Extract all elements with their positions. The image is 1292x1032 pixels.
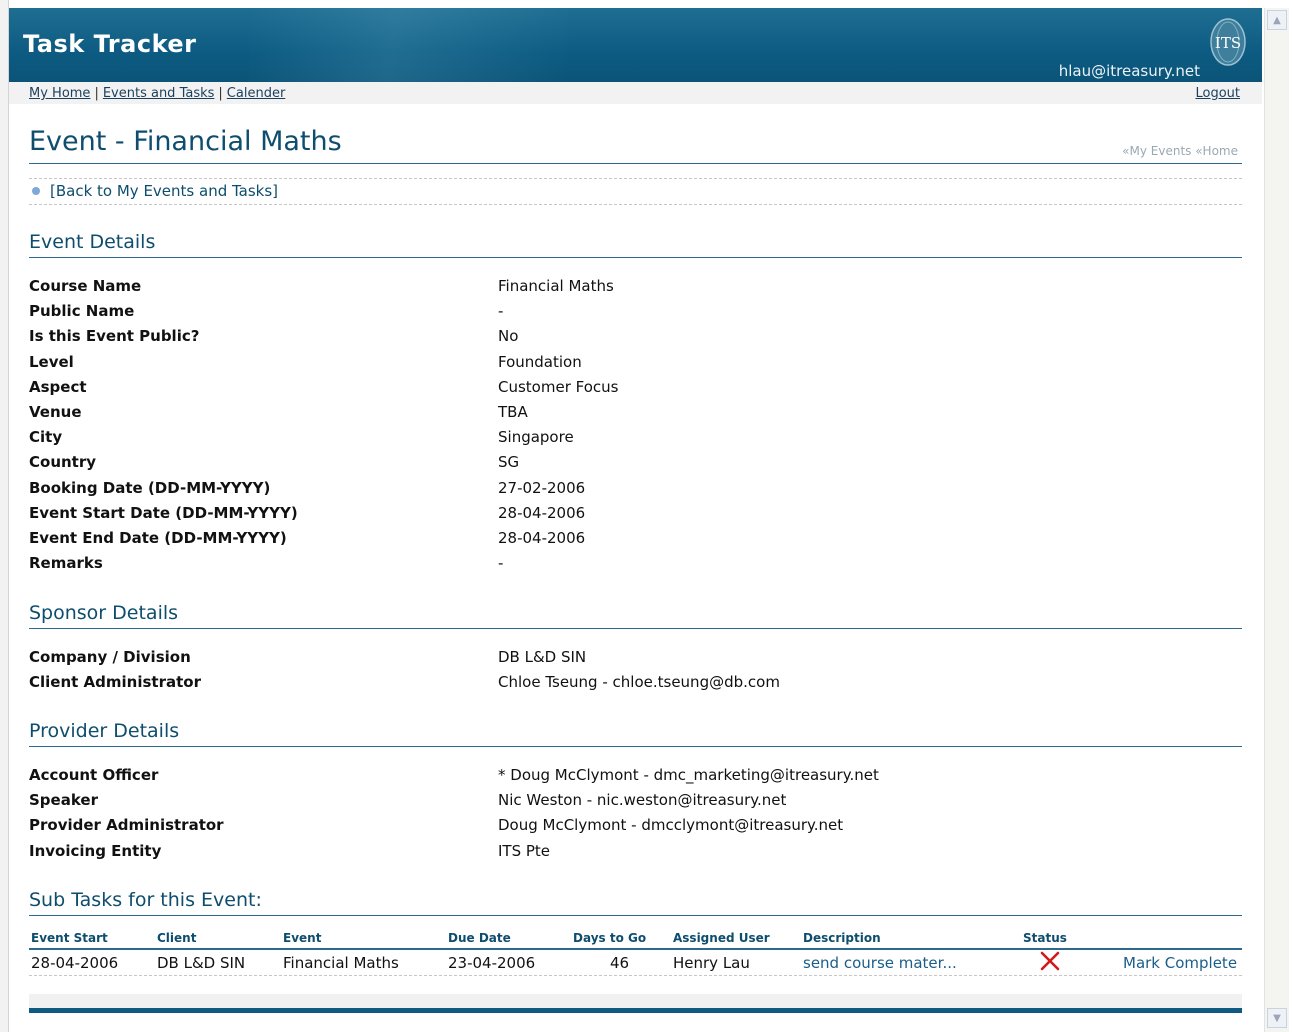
detail-value: - xyxy=(498,302,504,321)
back-to-events-link[interactable]: [Back to My Events and Tasks] xyxy=(50,182,278,200)
nav-events-and-tasks[interactable]: Events and Tasks xyxy=(103,86,215,101)
detail-label: Venue xyxy=(29,403,82,421)
sponsor-details-heading: Sponsor Details xyxy=(29,602,179,624)
task-description-link[interactable]: send course mater... xyxy=(803,954,957,972)
nav-bar: My Home | Events and Tasks | Calender Logout xyxy=(9,82,1262,104)
detail-label: Company / Division xyxy=(29,648,191,666)
detail-label: Provider Administrator xyxy=(29,816,224,835)
detail-value: Financial Maths xyxy=(498,277,614,295)
back-row: [Back to My Events and Tasks] xyxy=(29,178,1242,205)
nav-my-home[interactable]: My Home xyxy=(29,86,90,101)
col-status[interactable]: Status xyxy=(1023,931,1067,945)
scroll-up-button[interactable]: ▲ xyxy=(1267,10,1287,30)
footer-rule xyxy=(29,1008,1242,1013)
breadcrumb[interactable]: «My Events «Home xyxy=(1122,144,1238,158)
detail-value: DB L&D SIN xyxy=(498,648,587,666)
section-divider xyxy=(29,746,1242,747)
mark-complete-link[interactable]: Mark Complete xyxy=(1123,954,1237,972)
cell-due-date: 23-04-2006 xyxy=(448,954,536,972)
footer-bar xyxy=(29,994,1242,1008)
detail-value: - xyxy=(498,554,504,573)
cell-event-start: 28-04-2006 xyxy=(31,954,119,972)
logout-link[interactable]: Logout xyxy=(1195,86,1240,101)
detail-label: Client Administrator xyxy=(29,673,201,691)
nav-separator: | xyxy=(94,86,99,101)
detail-label: Level xyxy=(29,352,74,371)
detail-value: Doug McClymont - dmcclymont@itreasury.ne… xyxy=(498,816,844,835)
detail-value: Singapore xyxy=(498,428,574,447)
app-title: Task Tracker xyxy=(23,30,197,58)
its-logo: ITS xyxy=(1210,18,1246,66)
detail-value: 27-02-2006 xyxy=(498,478,586,497)
bullet-icon xyxy=(32,187,40,195)
detail-label: Invoicing Entity xyxy=(29,841,162,860)
app-header: Task Tracker hlau@itreasury.net ITS xyxy=(9,8,1262,82)
detail-label: Is this Event Public? xyxy=(29,327,200,346)
detail-label: Account Officer xyxy=(29,766,159,784)
logo-text: ITS xyxy=(1215,34,1241,52)
detail-value: Customer Focus xyxy=(498,377,619,396)
event-details-heading: Event Details xyxy=(29,231,156,253)
detail-label: City xyxy=(29,428,63,447)
detail-label: Course Name xyxy=(29,277,142,295)
cell-assigned-user: Henry Lau xyxy=(673,954,750,972)
title-divider xyxy=(29,163,1242,164)
provider-details-heading: Provider Details xyxy=(29,720,180,742)
detail-value: Foundation xyxy=(498,352,582,371)
detail-label: Aspect xyxy=(29,377,87,396)
detail-value: ITS Pte xyxy=(498,841,551,860)
detail-value: Nic Weston - nic.weston@itreasury.net xyxy=(498,791,787,810)
detail-label: Booking Date (DD-MM-YYYY) xyxy=(29,478,271,497)
section-divider xyxy=(29,915,1242,916)
detail-value: SG xyxy=(498,453,520,472)
nav-links: My Home | Events and Tasks | Calender xyxy=(29,86,285,101)
col-due-date[interactable]: Due Date xyxy=(448,931,511,945)
scroll-down-button[interactable]: ▼ xyxy=(1267,1008,1287,1028)
page-title: Event - Financial Maths xyxy=(29,126,342,157)
col-assigned-user[interactable]: Assigned User xyxy=(673,931,770,945)
header-decoration xyxy=(249,8,569,82)
vertical-scrollbar[interactable]: ▲ ▼ xyxy=(1264,8,1289,1032)
detail-value: 28-04-2006 xyxy=(498,529,586,547)
detail-value: TBA xyxy=(498,403,528,421)
col-client[interactable]: Client xyxy=(157,931,196,945)
detail-label: Country xyxy=(29,453,97,472)
detail-label: Public Name xyxy=(29,302,135,321)
col-description[interactable]: Description xyxy=(803,931,881,945)
nav-calender[interactable]: Calender xyxy=(227,86,286,101)
section-divider xyxy=(29,257,1242,258)
col-event-start[interactable]: Event Start xyxy=(31,931,108,945)
row-divider xyxy=(29,975,1242,976)
detail-value: Chloe Tseung - chloe.tseung@db.com xyxy=(498,673,780,691)
detail-label: Event Start Date (DD-MM-YYYY) xyxy=(29,503,298,522)
section-divider xyxy=(29,628,1242,629)
detail-label: Event End Date (DD-MM-YYYY) xyxy=(29,529,287,547)
subtasks-heading: Sub Tasks for this Event: xyxy=(29,889,262,911)
detail-value: No xyxy=(498,327,519,346)
status-incomplete-icon xyxy=(1040,951,1060,971)
nav-separator: | xyxy=(218,86,223,101)
cell-event: Financial Maths xyxy=(283,954,399,972)
col-event[interactable]: Event xyxy=(283,931,321,945)
detail-label: Speaker xyxy=(29,791,98,810)
detail-value: 28-04-2006 xyxy=(498,503,586,522)
user-email: hlau@itreasury.net xyxy=(1058,62,1200,80)
col-days-to-go[interactable]: Days to Go xyxy=(573,931,646,945)
detail-value: * Doug McClymont - dmc_marketing@itreasu… xyxy=(498,766,879,784)
detail-label: Remarks xyxy=(29,554,103,573)
cell-days-to-go: 46 xyxy=(610,954,630,972)
window-left-border xyxy=(0,0,9,1032)
cell-client: DB L&D SIN xyxy=(157,954,246,972)
